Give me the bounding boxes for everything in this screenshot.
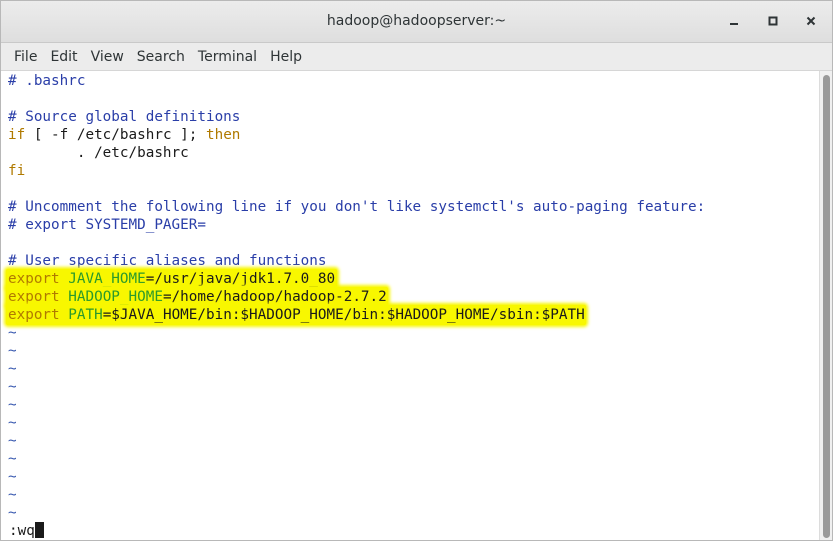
maximize-icon[interactable]	[763, 11, 783, 31]
terminal-text-area[interactable]: # .bashrc # Source global definitions if […	[1, 71, 819, 540]
code-text: . /etc/bashrc	[8, 145, 189, 161]
empty-line-tilde: ~	[8, 325, 17, 341]
comment-text: # Uncomment the following line if you do…	[8, 199, 706, 215]
empty-line-tilde: ~	[8, 343, 17, 359]
menu-help[interactable]: Help	[264, 43, 309, 71]
buffer-line: . /etc/bashrc	[8, 144, 189, 162]
keyword-text: if	[8, 127, 26, 143]
title-bar[interactable]: hadoop@hadoopserver:~	[1, 1, 832, 43]
empty-line-tilde: ~	[8, 415, 17, 431]
buffer-line: fi	[8, 162, 25, 180]
buffer-line: export JAVA_HOME=/usr/java/jdk1.7.0_80	[8, 270, 335, 288]
menu-bar: File Edit View Search Terminal Help	[1, 43, 832, 71]
buffer-line: export PATH=$JAVA_HOME/bin:$HADOOP_HOME/…	[8, 306, 585, 324]
buffer-line: # .bashrc	[8, 72, 85, 90]
command-line[interactable]: :wq	[9, 522, 44, 540]
menu-terminal[interactable]: Terminal	[192, 43, 264, 71]
menu-edit[interactable]: Edit	[44, 43, 84, 71]
menu-view[interactable]: View	[85, 43, 131, 71]
buffer-line: if [ -f /etc/bashrc ]; then	[8, 126, 240, 144]
window-title: hadoop@hadoopserver:~	[326, 13, 507, 29]
keyword-text: fi	[8, 163, 26, 179]
keyword-text: export	[8, 271, 60, 287]
minimize-icon[interactable]	[724, 11, 744, 31]
keyword-text: export	[8, 307, 60, 323]
variable-name: JAVA_HOME	[68, 271, 146, 287]
empty-line-tilde: ~	[8, 469, 17, 485]
buffer-line: # Source global definitions	[8, 108, 240, 126]
scrollbar-thumb[interactable]	[823, 75, 830, 538]
empty-line-tilde: ~	[8, 487, 17, 503]
empty-line-tilde: ~	[8, 379, 17, 395]
text-cursor	[34, 522, 44, 538]
command-text: :wq	[9, 523, 35, 539]
empty-line-tilde: ~	[8, 505, 17, 521]
buffer-line: # Uncomment the following line if you do…	[8, 198, 705, 216]
comment-text: # User specific aliases and functions	[8, 253, 327, 269]
menu-search[interactable]: Search	[131, 43, 192, 71]
vertical-scrollbar[interactable]	[819, 71, 832, 540]
comment-text: # Source global definitions	[8, 109, 241, 125]
comment-text: # export SYSTEMD_PAGER=	[8, 217, 206, 233]
terminal-window: hadoop@hadoopserver:~ File Edit View Sea…	[0, 0, 833, 541]
code-text: [ -f /etc/bashrc ];	[25, 127, 206, 143]
comment-text: # .bashrc	[8, 73, 86, 89]
buffer-line: # User specific aliases and functions	[8, 252, 326, 270]
empty-line-tilde: ~	[8, 433, 17, 449]
empty-line-tilde: ~	[8, 361, 17, 377]
empty-line-tilde: ~	[8, 397, 17, 413]
buffer-line: export HADOOP_HOME=/home/hadoop/hadoop-2…	[8, 288, 387, 306]
buffer-line: # export SYSTEMD_PAGER=	[8, 216, 206, 234]
keyword-text: then	[205, 127, 241, 143]
variable-name: HADOOP_HOME	[68, 289, 163, 305]
empty-line-tilde: ~	[8, 451, 17, 467]
variable-value: =/home/hadoop/hadoop-2.7.2	[162, 289, 387, 305]
variable-name: PATH	[68, 307, 103, 323]
keyword-text: export	[8, 289, 60, 305]
close-icon[interactable]	[801, 11, 821, 31]
variable-value: =/usr/java/jdk1.7.0_80	[145, 271, 336, 287]
variable-value: =$JAVA_HOME/bin:$HADOOP_HOME/bin:$HADOOP…	[102, 307, 585, 323]
menu-file[interactable]: File	[8, 43, 44, 71]
